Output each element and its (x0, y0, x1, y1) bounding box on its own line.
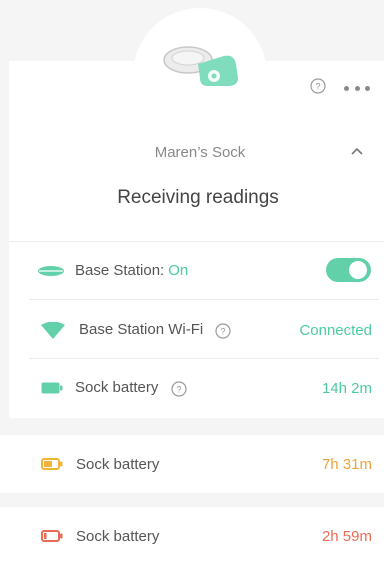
battery-label: Sock battery (75, 379, 159, 397)
toggle-knob (349, 261, 367, 279)
battery-card-3: Sock battery 2h 59m (0, 507, 384, 564)
wifi-label-group: Base Station Wi-Fi ? (79, 321, 231, 338)
wifi-help-icon[interactable]: ? (215, 322, 231, 339)
svg-text:?: ? (176, 384, 181, 394)
base-station-label: Base Station: On (75, 262, 188, 279)
battery-label-group: Sock battery ? (75, 379, 187, 396)
wifi-status-value: Connected (299, 321, 372, 339)
device-name: Maren’s Sock (154, 144, 246, 161)
base-station-row: Base Station: On (9, 241, 384, 299)
battery-time-value: 7h 31m (321, 455, 372, 473)
help-circle-icon[interactable]: ? (310, 78, 326, 94)
base-station-state: On (168, 261, 189, 279)
battery-time-value: 14h 2m (321, 379, 372, 397)
connection-status-title: Receiving readings (117, 187, 279, 208)
wifi-label: Base Station Wi-Fi (79, 321, 204, 339)
divider (29, 299, 379, 300)
battery-low-icon (41, 530, 63, 542)
chevron-up-icon[interactable] (350, 146, 364, 156)
device-illustration (163, 46, 238, 86)
battery-label: Sock battery (76, 527, 160, 545)
battery-row-1: Sock battery ? 14h 2m (9, 359, 384, 417)
base-station-label-text: Base Station: (75, 261, 165, 279)
svg-text:?: ? (315, 82, 320, 92)
more-options-icon[interactable] (344, 86, 370, 92)
battery-icon (41, 382, 63, 394)
battery-label: Sock battery (76, 455, 160, 473)
wifi-row: Base Station Wi-Fi ? Connected (9, 301, 384, 359)
battery-time-value: 2h 59m (321, 527, 372, 545)
battery-card-2: Sock battery 7h 31m (0, 435, 384, 493)
wifi-icon (41, 322, 65, 339)
base-station-toggle[interactable] (326, 258, 371, 282)
base-station-icon (38, 266, 64, 276)
battery-half-icon (41, 458, 63, 470)
battery-help-icon[interactable]: ? (170, 380, 187, 397)
svg-text:?: ? (221, 326, 226, 336)
